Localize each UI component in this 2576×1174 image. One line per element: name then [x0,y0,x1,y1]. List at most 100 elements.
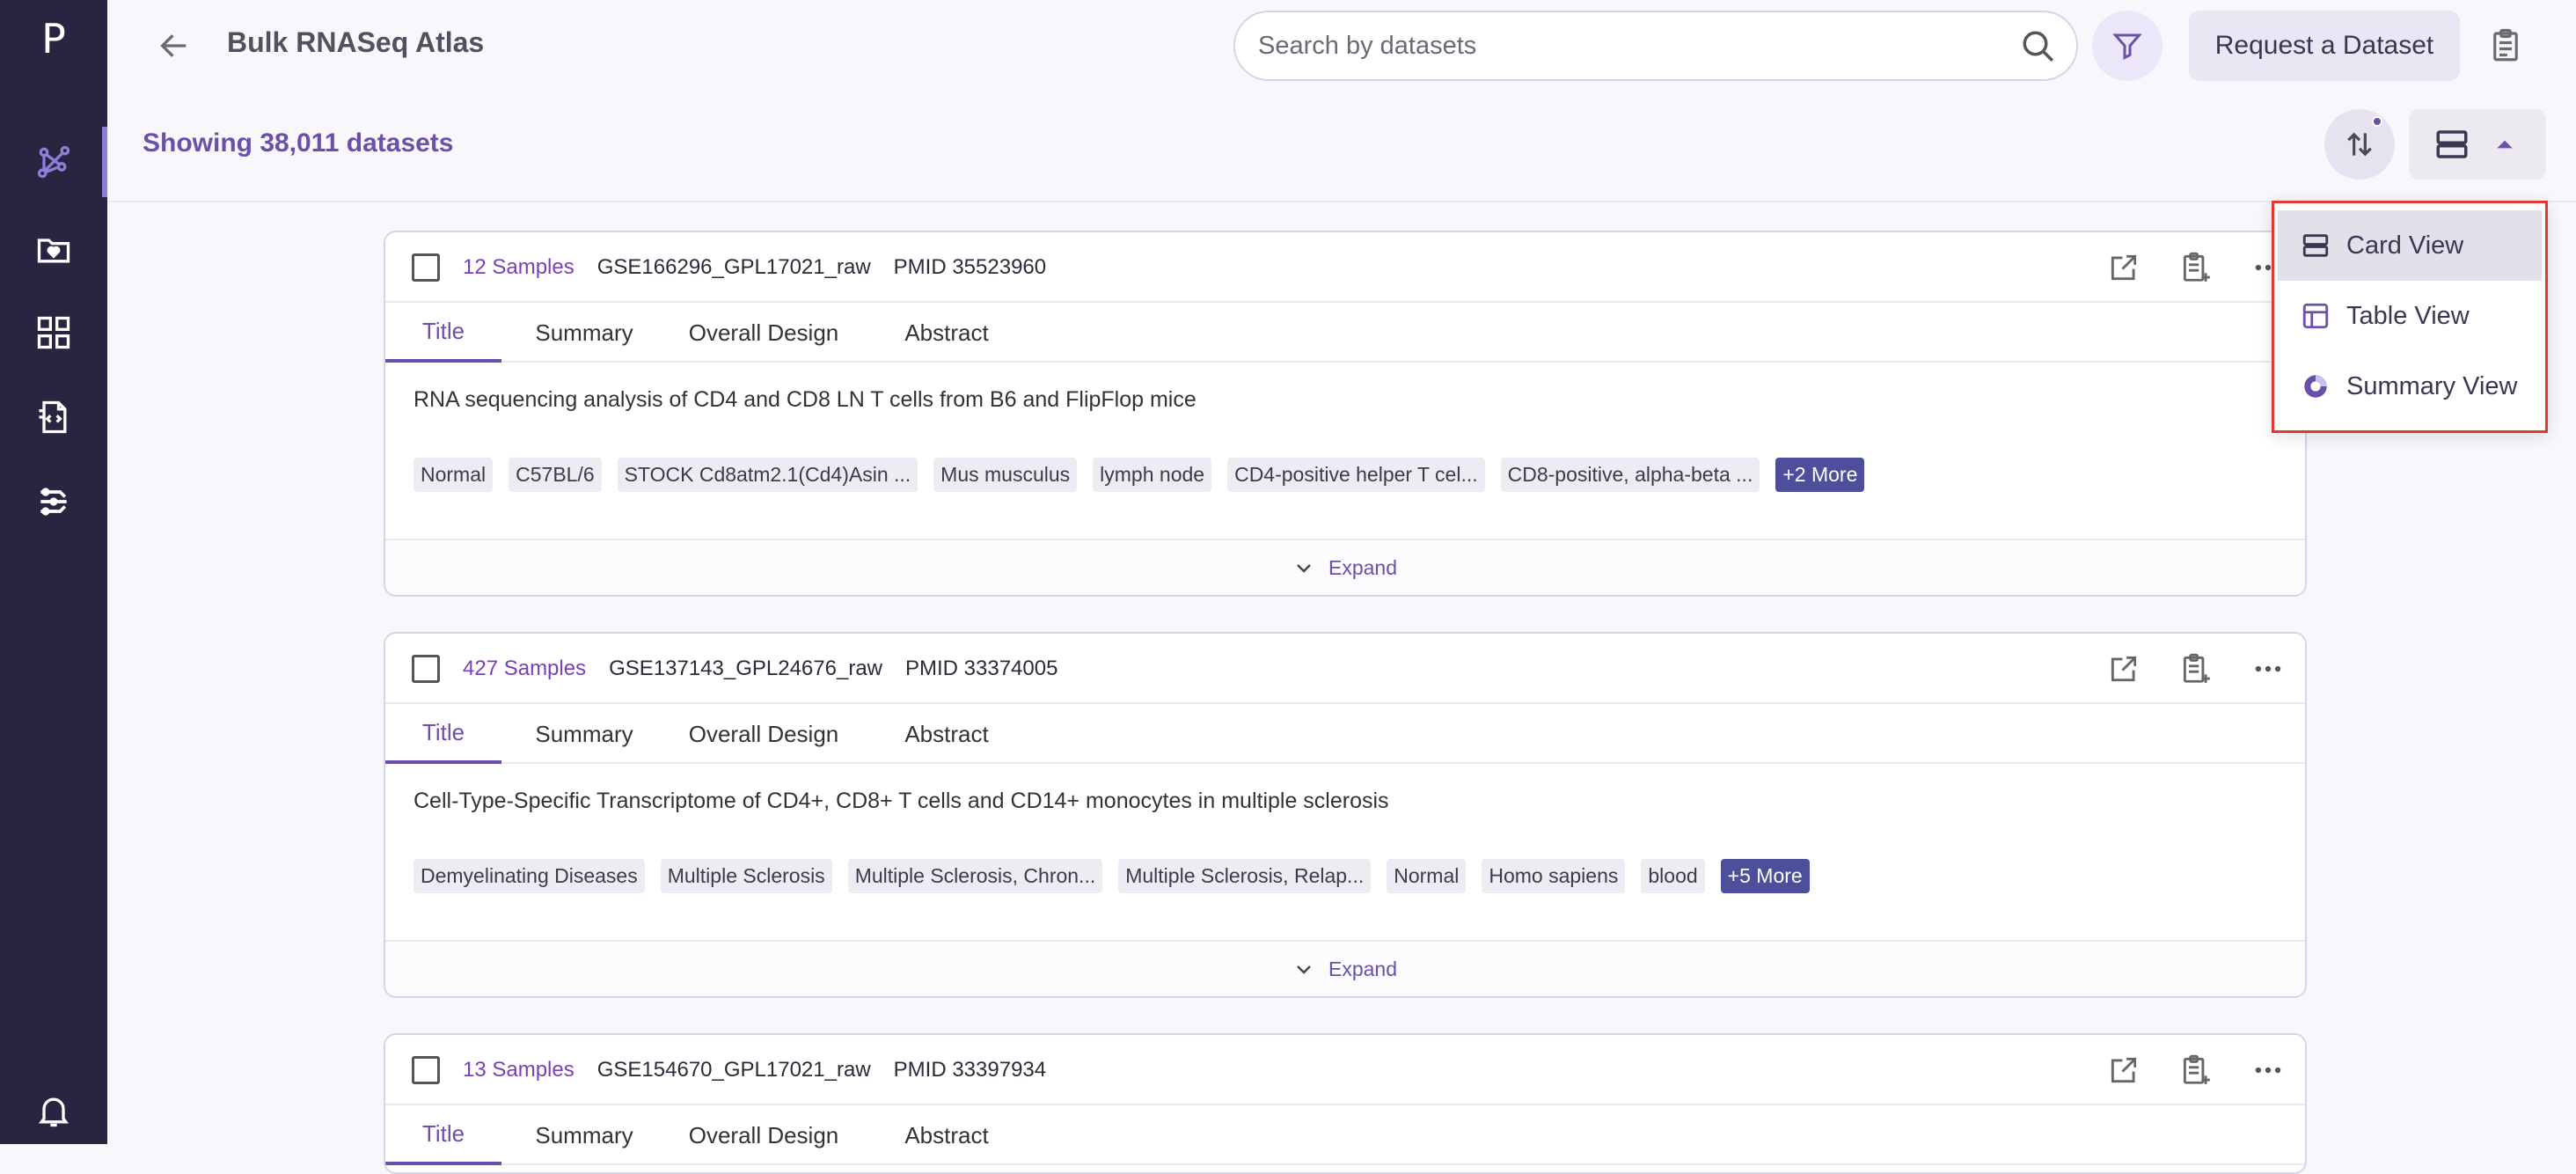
open-external-button[interactable] [2104,649,2143,688]
results-count: Showing 38,011 datasets [143,128,454,158]
arrow-left-icon [160,34,187,57]
document-code-icon [39,400,67,434]
samples-link[interactable]: 427 Samples [463,657,586,681]
dataset-card: 12 Samples GSE166296_GPL17021_raw PMID 3… [384,231,2307,597]
sidebar-item-notifications[interactable] [0,1075,107,1146]
tag: CD4-positive helper T cel... [1227,458,1485,492]
search-icon[interactable] [2020,28,2057,65]
accession-id: GSE137143_GPL24676_raw [609,657,882,680]
clipboard-add-icon [2183,653,2210,683]
chevron-down-icon [1297,564,1311,573]
tag: CD8-positive, alpha-beta ... [1500,458,1760,492]
back-button[interactable] [153,25,195,67]
dataset-card: 427 Samples GSE137143_GPL24676_raw PMID … [384,632,2307,998]
open-external-button[interactable] [2104,1051,2143,1090]
network-graph-icon [37,145,70,179]
pmid: PMID 33374005 [905,657,1058,680]
expand-label: Expand [1328,957,1397,980]
sidebar-item-apps[interactable] [0,297,107,368]
select-checkbox[interactable] [412,1056,440,1084]
tab-overall-design[interactable]: Overall Design [669,704,859,764]
card-tabs: Title Summary Overall Design Abstract [385,1105,2305,1165]
open-external-button[interactable] [2104,248,2143,287]
tab-summary[interactable]: Summary [526,303,642,363]
more-options-button[interactable] [2249,649,2287,688]
clipboard-add-icon [2183,1054,2210,1084]
menu-item-summary-view[interactable]: Summary View [2278,351,2542,422]
more-tags-badge[interactable]: +5 More [1720,859,1810,893]
tag-list: Normal C57BL/6 STOCK Cd8atm2.1(Cd4)Asin … [413,458,1865,492]
dataset-card: 13 Samples GSE154670_GPL17021_raw PMID 3… [384,1033,2307,1174]
tab-title[interactable]: Title [385,704,501,764]
sort-button[interactable] [2324,109,2395,180]
external-link-icon [2111,1057,2137,1083]
accession-id: GSE166296_GPL17021_raw [596,255,871,279]
pmid: PMID 33397934 [893,1058,1047,1082]
tag: blood [1641,859,1705,893]
menu-item-table-view[interactable]: Table View [2278,281,2542,351]
card-header: 13 Samples GSE154670_GPL17021_raw PMID 3… [385,1035,2305,1105]
tag: Normal [413,458,494,492]
sidebar-item-folder[interactable] [0,215,107,285]
add-to-clipboard-button[interactable] [2177,1051,2215,1090]
tag: Homo sapiens [1482,859,1626,893]
header-divider [107,201,2576,202]
tab-abstract[interactable]: Abstract [885,1105,1008,1165]
more-tags-badge[interactable]: +2 More [1775,458,1865,492]
menu-item-label: Summary View [2346,371,2518,400]
dataset-title: RNA sequencing analysis of CD4 and CD8 L… [413,387,1197,412]
expand-button[interactable]: Expand [385,539,2305,595]
view-mode-button[interactable] [2409,109,2546,180]
table-view-icon [2302,303,2329,329]
sidebar-item-pipelines[interactable] [0,466,107,537]
sort-icon [2347,132,2372,157]
tab-overall-design[interactable]: Overall Design [669,303,859,363]
card-view-icon [2302,234,2329,257]
tab-summary[interactable]: Summary [526,1105,642,1165]
more-options-button[interactable] [2249,1051,2287,1090]
external-link-icon [2111,254,2137,281]
expand-label: Expand [1328,555,1397,579]
search-input[interactable] [1258,26,1997,65]
menu-item-label: Table View [2346,301,2470,330]
accession-id: GSE154670_GPL17021_raw [596,1058,871,1082]
tag: Multiple Sclerosis, Chron... [847,859,1103,893]
clipboard-icon [2493,28,2518,62]
tag: Normal [1387,859,1467,893]
select-checkbox[interactable] [412,655,440,683]
request-dataset-button[interactable]: Request a Dataset [2189,11,2460,81]
search-box [1233,11,2078,81]
tab-abstract[interactable]: Abstract [885,704,1008,764]
card-tabs: Title Summary Overall Design Abstract [385,303,2305,363]
filter-icon [2112,33,2142,60]
tab-summary[interactable]: Summary [526,704,642,764]
clipboard-button[interactable] [2481,21,2530,70]
tag: Demyelinating Diseases [413,859,645,893]
pipeline-icon [40,488,67,516]
tab-abstract[interactable]: Abstract [885,303,1008,363]
card-header: 12 Samples GSE166296_GPL17021_raw PMID 3… [385,232,2305,303]
tab-overall-design[interactable]: Overall Design [669,1105,859,1165]
tag: Mus musculus [933,458,1078,492]
sidebar-item-graph[interactable] [0,127,107,197]
tag: STOCK Cd8atm2.1(Cd4)Asin ... [617,458,918,492]
more-horizontal-icon [2255,1067,2281,1074]
menu-item-label: Card View [2346,231,2464,260]
tab-title[interactable]: Title [385,303,501,363]
view-mode-menu: Card View Table View Summary View [2272,201,2548,433]
main-content: Bulk RNASeq Atlas Request a Dataset Show… [107,0,2576,1174]
chevron-down-icon [1297,965,1311,974]
card-header: 427 Samples GSE137143_GPL24676_raw PMID … [385,634,2305,704]
filter-button[interactable] [2092,11,2163,81]
add-to-clipboard-button[interactable] [2177,248,2215,287]
tag: Multiple Sclerosis [660,859,832,893]
sidebar-item-docs[interactable] [0,382,107,452]
select-checkbox[interactable] [412,253,440,282]
tab-title[interactable]: Title [385,1105,501,1165]
add-to-clipboard-button[interactable] [2177,649,2215,688]
card-tabs: Title Summary Overall Design Abstract [385,704,2305,764]
samples-link[interactable]: 12 Samples [463,255,574,280]
menu-item-card-view[interactable]: Card View [2278,210,2542,281]
samples-link[interactable]: 13 Samples [463,1058,574,1082]
expand-button[interactable]: Expand [385,940,2305,996]
